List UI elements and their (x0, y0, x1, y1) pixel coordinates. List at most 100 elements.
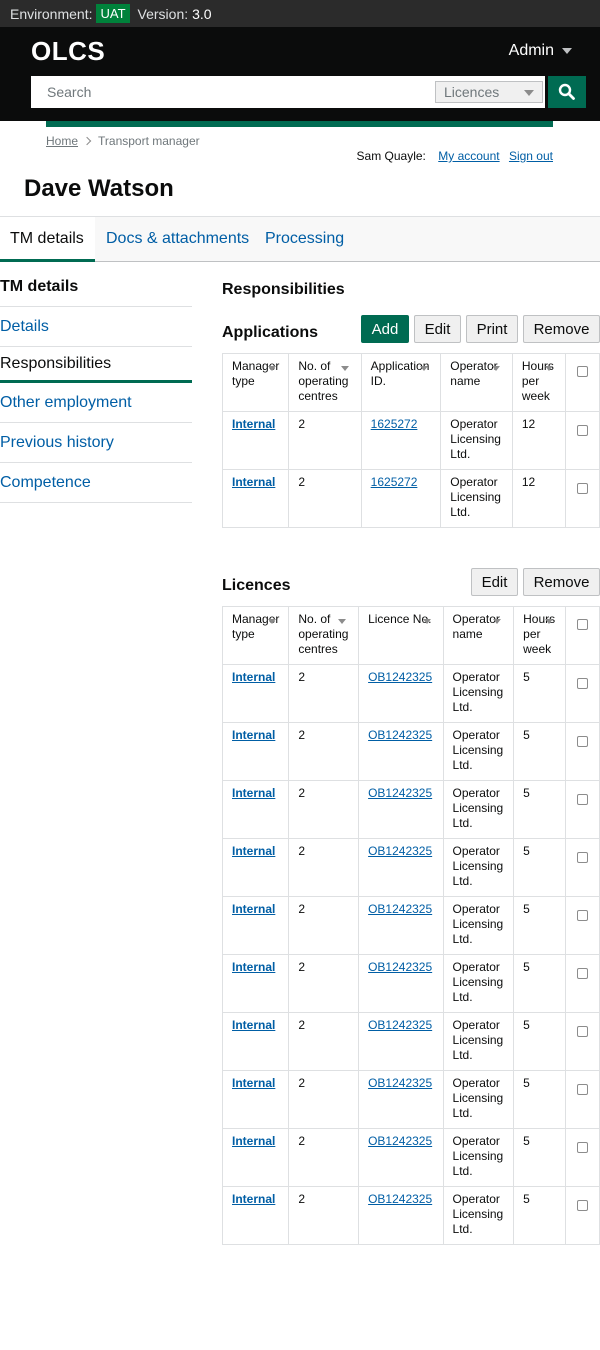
row-select-cell (564, 411, 600, 470)
applications-remove-button[interactable]: Remove (523, 315, 600, 343)
row-checkbox[interactable] (576, 1026, 588, 1037)
manager-type-link[interactable]: Internal (232, 417, 275, 431)
row-checkbox[interactable] (576, 1142, 588, 1153)
search-scope-value: Licences (444, 84, 500, 100)
column-header-manager-type[interactable]: Manager type (221, 353, 290, 412)
manager-type-link[interactable]: Internal (232, 902, 275, 916)
search-input[interactable] (31, 76, 431, 108)
licence-no-cell: OB1242325 (358, 954, 444, 1013)
operating-centres-cell: 2 (288, 722, 360, 781)
row-checkbox[interactable] (576, 425, 588, 436)
sign-out-link[interactable]: Sign out (509, 149, 553, 163)
tab-tm-details[interactable]: TM details (0, 217, 95, 262)
licences-table: Manager type No. of operating centres Li… (221, 606, 600, 1245)
manager-type-cell: Internal (221, 1186, 290, 1245)
licence-no-link[interactable]: OB1242325 (368, 844, 432, 858)
tab-docs-attachments[interactable]: Docs & attachments (106, 217, 249, 262)
hours-per-week-cell: 5 (513, 1070, 566, 1129)
version-value: 3.0 (192, 5, 212, 22)
column-header-operator-name[interactable]: Operator name (440, 353, 513, 412)
side-nav-item-responsibilities[interactable]: Responsibilities (0, 347, 192, 383)
column-header-hours-per-week[interactable]: Hours per week (511, 353, 566, 412)
applications-add-button[interactable]: Add (361, 315, 409, 343)
admin-menu[interactable]: Admin (509, 42, 572, 60)
search-scope-select[interactable]: Licences (435, 81, 543, 103)
manager-type-link[interactable]: Internal (232, 728, 275, 742)
hours-per-week-cell: 12 (511, 411, 566, 470)
row-select-cell (564, 896, 600, 955)
sort-icon (422, 619, 431, 624)
row-checkbox[interactable] (576, 483, 588, 494)
licence-no-link[interactable]: OB1242325 (368, 1018, 432, 1032)
side-nav-item-previous-history[interactable]: Previous history (0, 423, 192, 463)
operating-centres-cell: 2 (288, 1186, 360, 1245)
side-nav-heading: TM details (0, 270, 192, 307)
column-header-operator-name[interactable]: Operator name (442, 606, 515, 665)
column-header-operating-centres[interactable]: No. of operating centres (288, 353, 362, 412)
licences-edit-button[interactable]: Edit (471, 568, 518, 596)
column-header-manager-type[interactable]: Manager type (221, 606, 290, 665)
licence-no-link[interactable]: OB1242325 (368, 786, 432, 800)
application-id-link[interactable]: 1625272 (371, 475, 418, 489)
manager-type-cell: Internal (221, 896, 290, 955)
row-select-cell (564, 1128, 600, 1187)
sort-icon (340, 366, 349, 371)
column-header-application-id[interactable]: Application ID. (360, 353, 442, 412)
applications-print-button[interactable]: Print (466, 315, 518, 343)
licence-no-link[interactable]: OB1242325 (368, 1192, 432, 1206)
select-all-checkbox[interactable] (576, 366, 588, 377)
manager-type-link[interactable]: Internal (232, 960, 275, 974)
manager-type-link[interactable]: Internal (232, 1076, 275, 1090)
row-checkbox[interactable] (576, 968, 588, 979)
operator-name-cell: Operator Licensing Ltd. (442, 838, 515, 897)
manager-type-link[interactable]: Internal (232, 844, 275, 858)
manager-type-link[interactable]: Internal (232, 786, 275, 800)
column-header-operating-centres[interactable]: No. of operating centres (288, 606, 360, 665)
manager-type-link[interactable]: Internal (232, 670, 275, 684)
licence-no-link[interactable]: OB1242325 (368, 902, 432, 916)
application-id-link[interactable]: 1625272 (371, 417, 418, 431)
manager-type-link[interactable]: Internal (232, 1134, 275, 1148)
licence-no-link[interactable]: OB1242325 (368, 1134, 432, 1148)
sort-icon (544, 619, 553, 624)
licence-no-link[interactable]: OB1242325 (368, 1076, 432, 1090)
row-checkbox[interactable] (576, 1200, 588, 1211)
manager-type-link[interactable]: Internal (232, 1018, 275, 1032)
breadcrumb-home-link[interactable]: Home (46, 134, 78, 148)
licence-no-link[interactable]: OB1242325 (368, 728, 432, 742)
hours-per-week-cell: 5 (513, 1012, 566, 1071)
row-checkbox[interactable] (576, 852, 588, 863)
row-checkbox[interactable] (576, 736, 588, 747)
search-bar: Licences (31, 76, 545, 108)
manager-type-link[interactable]: Internal (232, 475, 275, 489)
operator-name-cell: Operator Licensing Ltd. (442, 664, 515, 723)
tab-processing[interactable]: Processing (265, 217, 344, 262)
licences-remove-button[interactable]: Remove (523, 568, 600, 596)
side-nav-item-competence[interactable]: Competence (0, 463, 192, 503)
manager-type-link[interactable]: Internal (232, 1192, 275, 1206)
column-header-licence-no[interactable]: Licence No. (358, 606, 444, 665)
side-nav-item-other-employment[interactable]: Other employment (0, 383, 192, 423)
row-checkbox[interactable] (576, 1084, 588, 1095)
olcs-logo[interactable]: OLCS (31, 36, 105, 67)
side-nav-item-details[interactable]: Details (0, 307, 192, 347)
table-row: Internal 2 OB1242325 Operator Licensing Ltd… (221, 954, 600, 1013)
row-checkbox[interactable] (576, 678, 588, 689)
operator-name-cell: Operator Licensing Ltd. (442, 954, 515, 1013)
applications-heading: Applications (222, 324, 319, 341)
licence-no-link[interactable]: OB1242325 (368, 670, 432, 684)
manager-type-cell: Internal (221, 664, 290, 723)
sort-icon (338, 619, 347, 624)
manager-type-cell: Internal (221, 1070, 290, 1129)
applications-edit-button[interactable]: Edit (414, 315, 461, 343)
my-account-link[interactable]: My account (438, 149, 499, 163)
manager-type-cell: Internal (221, 469, 290, 528)
licence-no-link[interactable]: OB1242325 (368, 960, 432, 974)
table-row: Internal 2 OB1242325 Operator Licensing Ltd… (221, 722, 600, 781)
row-checkbox[interactable] (576, 794, 588, 805)
search-button[interactable] (548, 76, 586, 108)
select-all-checkbox[interactable] (576, 619, 588, 630)
operating-centres-cell: 2 (288, 1070, 360, 1129)
row-checkbox[interactable] (576, 910, 588, 921)
column-header-hours-per-week[interactable]: Hours per week (513, 606, 566, 665)
